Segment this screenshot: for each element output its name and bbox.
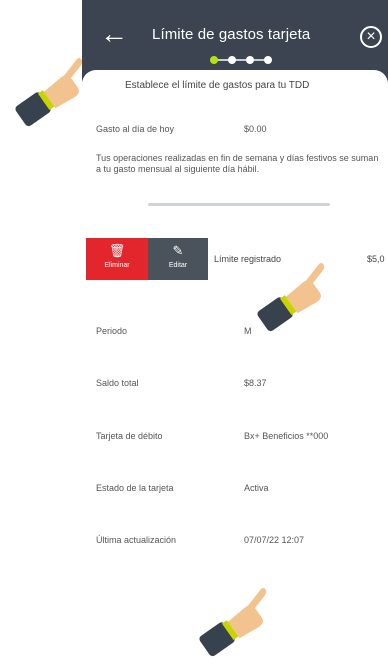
today-spend-value: $0.00 (244, 124, 267, 134)
progress-step-1 (210, 56, 218, 64)
progress-step-2 (228, 56, 236, 64)
delete-label: Eliminar (104, 262, 130, 269)
trash-icon: 🗑 (108, 243, 126, 258)
detail-value-tarjeta: Bx+ Beneficios **000 (244, 431, 329, 441)
sheet-drag-handle[interactable] (148, 203, 330, 206)
detail-label-actualizacion: Última actualización (96, 535, 177, 545)
back-arrow-icon[interactable]: ← (100, 20, 128, 48)
pencil-icon: ✎ (172, 243, 184, 258)
pointing-hand-icon (199, 587, 267, 657)
info-note: Tus operaciones realizadas en fin de sem… (96, 153, 379, 174)
progress-step-3 (246, 56, 254, 64)
pointing-hand-icon (257, 262, 325, 332)
detail-label-estado: Estado de la tarjeta (96, 483, 174, 493)
progress-step-4 (264, 56, 272, 64)
progress-indicator (210, 56, 272, 64)
limit-value: $5,0 (367, 254, 385, 264)
detail-label-periodo: Periodo (96, 326, 128, 336)
detail-value-estado: Activa (244, 483, 269, 493)
edit-button[interactable]: ✎ Editar (148, 238, 208, 280)
delete-button[interactable]: 🗑 Eliminar (86, 238, 148, 280)
detail-label-saldo: Saldo total (96, 378, 139, 388)
today-spend-label: Gasto al día de hoy (96, 124, 175, 134)
detail-value-actualizacion: 07/07/22 12:07 (244, 535, 305, 545)
detail-label-tarjeta: Tarjeta de débito (96, 431, 163, 441)
pointing-hand-icon (15, 57, 83, 127)
page-title: Límite de gastos tarjeta (152, 26, 311, 43)
edit-label: Editar (168, 262, 188, 269)
sheet-subtitle: Establece el límite de gastos para tu TD… (125, 80, 310, 91)
detail-value-saldo: $8.37 (244, 378, 267, 388)
close-icon[interactable]: × (360, 26, 382, 48)
